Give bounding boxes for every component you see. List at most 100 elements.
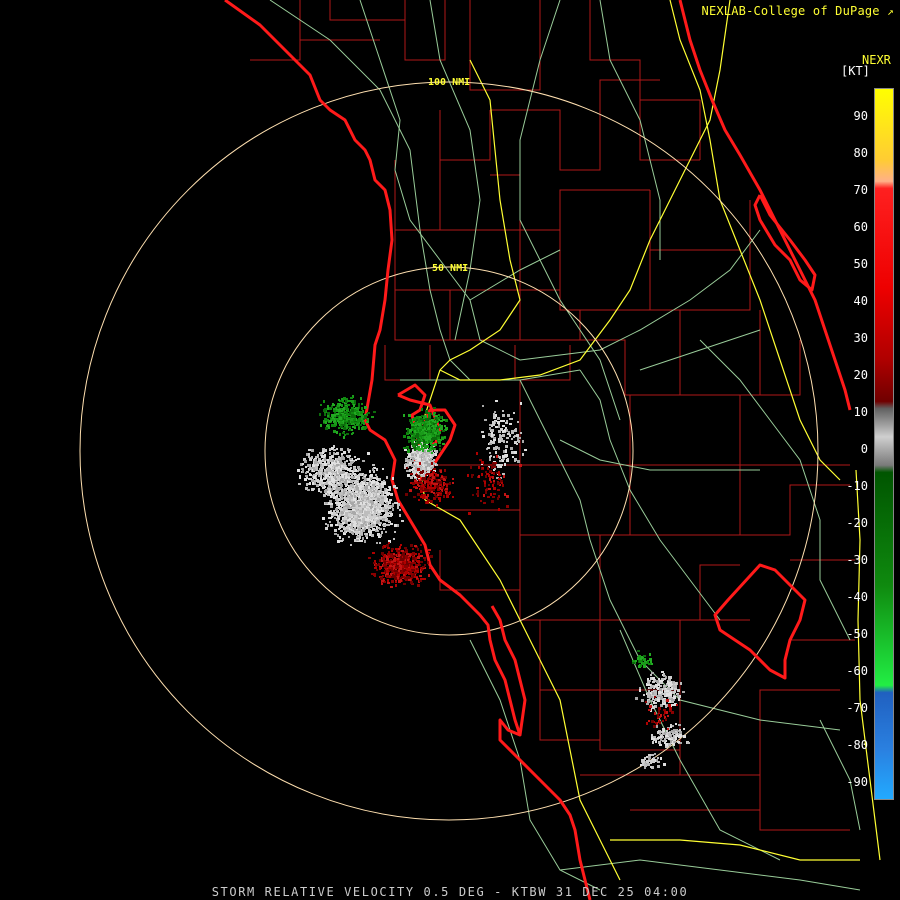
echo-pixel — [476, 493, 479, 495]
echo-pixel — [649, 653, 651, 656]
echo-pixel — [340, 484, 343, 487]
echo-pixel — [343, 465, 346, 467]
echo-pixel — [347, 487, 349, 489]
echo-pixel — [330, 503, 333, 505]
echo-pixel — [409, 469, 411, 472]
echo-pixel — [365, 518, 367, 520]
echo-pixel — [379, 542, 381, 544]
echo-pixel — [332, 404, 335, 406]
echo-pixel — [430, 500, 432, 503]
echo-pixel — [383, 523, 385, 525]
echo-pixel — [336, 467, 338, 469]
echo-pixel — [333, 410, 336, 412]
echo-pixel — [674, 685, 677, 688]
echo-pixel — [345, 484, 348, 486]
echo-pixel — [334, 465, 336, 467]
echo-pixel — [651, 734, 653, 737]
echo-pixel — [505, 454, 508, 457]
echo-pixel — [317, 454, 319, 457]
echo-pixel — [428, 430, 430, 433]
echo-pixel — [420, 432, 422, 435]
echo-pixel — [356, 536, 359, 538]
echo-pixel — [482, 405, 484, 407]
echo-pixel — [415, 422, 418, 424]
echo-pixel — [350, 476, 352, 478]
echo-pixel — [343, 436, 345, 439]
external-link-icon[interactable]: ↗ — [887, 5, 894, 18]
echo-pixel — [351, 433, 353, 435]
echo-pixel — [304, 478, 307, 481]
legend-tick: -70 — [846, 701, 868, 715]
echo-pixel — [495, 400, 498, 402]
echo-pixel — [431, 481, 433, 484]
echo-pixel — [655, 722, 657, 724]
echo-pixel — [431, 491, 433, 493]
echo-pixel — [382, 575, 384, 577]
echo-pixel — [324, 486, 326, 488]
echo-pixel — [346, 455, 349, 457]
echo-pixel — [376, 478, 378, 480]
echo-pixel — [488, 488, 491, 490]
echo-pixel — [370, 478, 372, 480]
echo-pixel — [431, 462, 433, 465]
echo-pixel — [650, 696, 653, 698]
echo-pixel — [368, 529, 371, 531]
echo-pixel — [494, 462, 497, 464]
echo-pixel — [355, 483, 357, 485]
echo-pixel — [385, 506, 387, 509]
echo-pixel — [431, 444, 433, 447]
echo-pixel — [368, 514, 371, 517]
echo-pixel — [664, 702, 666, 705]
echo-pixel — [352, 505, 355, 507]
echo-pixel — [430, 555, 433, 558]
echo-pixel — [380, 488, 382, 490]
echo-pixel — [445, 427, 448, 430]
echo-pixel — [507, 458, 509, 460]
echo-pixel — [394, 577, 397, 580]
echo-pixel — [397, 506, 399, 509]
echo-pixel — [391, 576, 393, 578]
echo-pixel — [369, 470, 371, 473]
echo-pixel — [427, 467, 430, 470]
echo-pixel — [347, 529, 349, 532]
echo-pixel — [337, 482, 339, 484]
echo-pixel — [348, 420, 350, 423]
echo-pixel — [408, 414, 411, 417]
echo-pixel — [489, 427, 491, 430]
echo-pixel — [666, 711, 668, 714]
echo-pixel — [428, 440, 430, 443]
echo-pixel — [420, 544, 422, 546]
echo-pixel — [326, 471, 328, 473]
echo-pixel — [362, 537, 364, 540]
echo-pixel — [674, 703, 676, 706]
echo-pixel — [395, 584, 397, 587]
echo-pixel — [664, 739, 666, 741]
echo-pixel — [514, 451, 517, 454]
legend-tick: 40 — [853, 294, 868, 308]
echo-pixel — [687, 742, 690, 744]
echo-pixel — [635, 660, 637, 662]
echo-pixel — [452, 482, 454, 484]
echo-pixel — [477, 495, 479, 497]
echo-pixel — [412, 552, 415, 555]
echo-pixel — [325, 489, 327, 492]
echo-pixel — [350, 397, 353, 399]
echo-pixel — [446, 484, 448, 487]
echo-pixel — [357, 458, 360, 460]
echo-pixel — [665, 737, 667, 739]
echo-pixel — [498, 508, 500, 511]
echo-pixel — [503, 441, 505, 443]
echo-pixel — [431, 473, 433, 476]
echo-pixel — [658, 694, 660, 696]
echo-pixel — [507, 415, 510, 417]
echo-pixel — [347, 517, 349, 519]
echo-pixel — [325, 523, 327, 525]
echo-pixel — [403, 447, 406, 449]
echo-pixel — [312, 482, 314, 485]
echo-pixel — [679, 734, 682, 737]
echo-pixel — [340, 498, 343, 500]
echo-pixel — [513, 412, 515, 414]
echo-pixel — [485, 471, 487, 473]
echo-pixel — [506, 495, 509, 498]
echo-pixel — [354, 422, 357, 424]
